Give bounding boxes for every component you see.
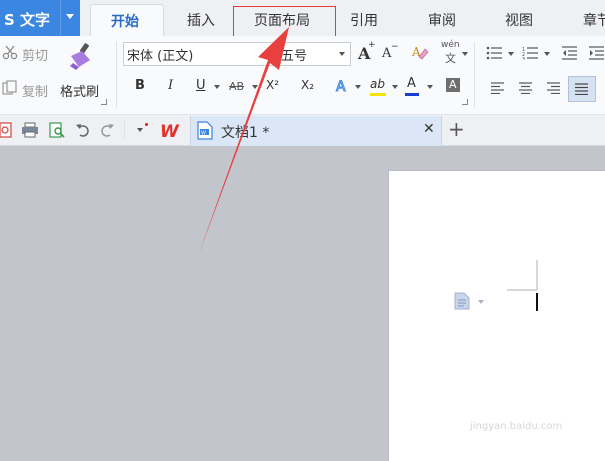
char-border-label: A <box>449 78 457 91</box>
app-menu-button[interactable]: S 文字 <box>0 0 80 36</box>
cut-button[interactable]: 剪切 <box>22 45 48 64</box>
tab-insert[interactable]: 插入 <box>187 10 215 30</box>
chevron-down-icon <box>339 52 345 56</box>
pdf-export-icon[interactable] <box>0 122 12 138</box>
chevron-down-icon[interactable] <box>355 85 361 89</box>
superscript-button[interactable]: X² <box>266 78 279 92</box>
tab-references[interactable]: 引用 <box>350 10 378 30</box>
app-menu-dropdown-icon[interactable] <box>66 14 74 19</box>
copy-icon[interactable] <box>2 80 18 96</box>
font-size-select[interactable]: 五号 <box>277 42 351 66</box>
align-justify-icon <box>575 83 588 95</box>
page-layout-highlight-box <box>233 6 336 37</box>
text-cursor <box>536 293 538 311</box>
ribbon-divider <box>474 42 475 108</box>
watermark-url: jingyan.baidu.com <box>470 421 563 432</box>
copy-button[interactable]: 复制 <box>22 81 48 100</box>
customize-indicator-dot <box>145 123 148 126</box>
shrink-font-button[interactable]: A <box>382 46 391 61</box>
decrease-indent-icon[interactable] <box>562 46 578 60</box>
chevron-down-icon[interactable] <box>544 52 550 56</box>
close-icon[interactable]: ✕ <box>423 121 435 137</box>
grow-font-plus-icon: + <box>368 40 376 50</box>
italic-button[interactable]: I <box>168 78 173 93</box>
tab-home[interactable]: 开始 <box>90 4 164 39</box>
print-icon[interactable] <box>21 122 39 138</box>
font-name-select[interactable]: 宋体 (正文) <box>123 42 277 66</box>
bullet-list-icon[interactable] <box>486 46 504 60</box>
highlight-button[interactable]: ab <box>370 77 385 91</box>
wps-logo-icon[interactable]: W <box>160 121 184 139</box>
clear-format-icon[interactable]: A <box>411 44 429 60</box>
clipboard-dialog-launcher[interactable] <box>101 99 107 105</box>
chevron-down-icon[interactable] <box>137 128 143 132</box>
align-left-icon[interactable] <box>491 82 505 94</box>
font-color-swatch <box>405 93 419 96</box>
ribbon-divider <box>116 42 117 108</box>
watermark-main-tail: 经验 <box>506 399 539 418</box>
svg-text:3: 3 <box>522 57 525 60</box>
align-right-icon[interactable] <box>547 82 561 94</box>
shrink-font-minus-icon: − <box>391 42 399 52</box>
font-size-value: 五号 <box>281 49 308 64</box>
tab-sections[interactable]: 章节 <box>583 10 605 30</box>
undo-icon[interactable] <box>75 122 91 138</box>
tab-review[interactable]: 审阅 <box>428 10 456 30</box>
chevron-down-icon[interactable] <box>478 300 484 304</box>
bold-button[interactable]: B <box>135 78 145 93</box>
tab-home-label: 开始 <box>111 14 139 30</box>
app-menu-label: S 文字 <box>4 11 51 29</box>
align-center-icon[interactable] <box>519 82 533 94</box>
char-border-button[interactable]: A <box>446 78 460 92</box>
chevron-down-icon[interactable] <box>427 85 433 89</box>
phonetic-guide-button[interactable]: 文 <box>445 50 456 66</box>
svg-text:A: A <box>336 79 346 94</box>
font-color-button[interactable]: A <box>407 76 416 91</box>
tab-view[interactable]: 视图 <box>505 10 533 30</box>
scissors-icon[interactable] <box>2 44 18 60</box>
print-preview-icon[interactable] <box>49 122 65 138</box>
highlight-color-swatch <box>370 93 386 96</box>
font-name-value: 宋体 (正文) <box>127 49 194 64</box>
phonetic-guide-pinyin[interactable]: wén <box>441 40 460 50</box>
watermark-logo: Bai经验 <box>464 392 539 420</box>
chevron-down-icon[interactable] <box>252 85 258 89</box>
paste-options-icon[interactable] <box>454 292 470 310</box>
numbered-list-icon[interactable]: 1 2 3 <box>522 46 540 60</box>
font-dialog-launcher[interactable] <box>462 99 468 105</box>
svg-text:W: W <box>201 131 206 137</box>
app-menu-divider <box>60 0 61 36</box>
toolbar-divider <box>124 120 125 140</box>
justify-button[interactable] <box>568 76 596 102</box>
chevron-down-icon <box>265 52 271 56</box>
increase-indent-icon[interactable] <box>589 46 605 60</box>
format-painter-icon[interactable] <box>68 42 94 72</box>
document-tab-title: 文档1 * <box>221 125 270 141</box>
strikethrough-button[interactable]: AB <box>229 80 244 93</box>
watermark-main: Bai <box>464 392 507 420</box>
chevron-down-icon[interactable] <box>214 85 220 89</box>
chevron-down-icon[interactable] <box>508 52 514 56</box>
redo-icon[interactable] <box>99 122 115 138</box>
chevron-down-icon[interactable] <box>392 85 398 89</box>
text-effect-icon[interactable]: A <box>335 78 351 95</box>
document-tab[interactable]: W 文档1 * ✕ <box>190 116 442 146</box>
svg-text:W: W <box>160 122 180 139</box>
subscript-button[interactable]: X₂ <box>301 78 314 92</box>
underline-button[interactable]: U <box>196 78 206 93</box>
format-painter-button[interactable]: 格式刷 <box>60 81 99 100</box>
chevron-down-icon[interactable] <box>462 52 468 56</box>
margin-corner-marker <box>507 260 538 291</box>
new-tab-button[interactable]: + <box>448 117 465 141</box>
document-icon: W <box>197 121 213 140</box>
